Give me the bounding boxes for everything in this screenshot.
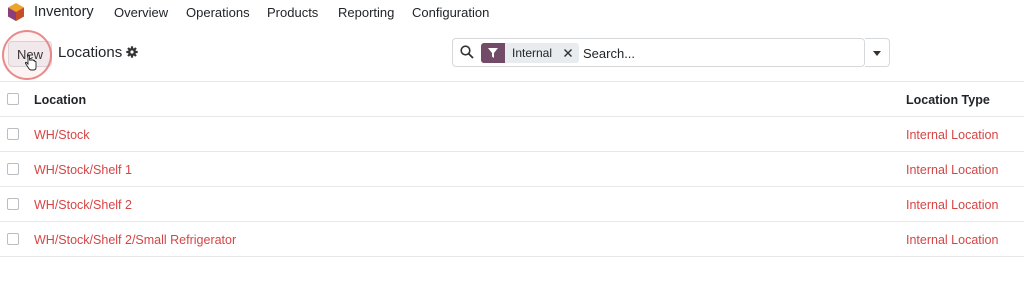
menu-products[interactable]: Products	[267, 5, 318, 20]
row-checkbox[interactable]	[7, 233, 19, 245]
table-row[interactable]: WH/Stock Internal Location	[0, 117, 1024, 152]
location-cell[interactable]: WH/Stock/Shelf 2/Small Refrigerator	[34, 233, 236, 247]
column-header-location-type[interactable]: Location Type	[906, 93, 990, 107]
location-type-cell[interactable]: Internal Location	[906, 198, 998, 212]
search-icon	[460, 45, 474, 59]
select-all-checkbox[interactable]	[7, 93, 19, 105]
table-row[interactable]: WH/Stock/Shelf 2/Small Refrigerator Inte…	[0, 222, 1024, 257]
location-cell[interactable]: WH/Stock/Shelf 1	[34, 163, 132, 177]
top-navbar: Inventory Overview Operations Products R…	[0, 0, 1024, 25]
gear-icon[interactable]	[126, 46, 138, 58]
app-name[interactable]: Inventory	[34, 4, 94, 20]
menu-operations[interactable]: Operations	[186, 5, 250, 20]
column-header-location[interactable]: Location	[34, 93, 86, 107]
filter-icon	[481, 43, 505, 63]
menu-configuration[interactable]: Configuration	[412, 5, 489, 20]
table-row[interactable]: WH/Stock/Shelf 1 Internal Location	[0, 152, 1024, 187]
row-checkbox[interactable]	[7, 128, 19, 140]
menu-reporting[interactable]: Reporting	[338, 5, 394, 20]
location-type-cell[interactable]: Internal Location	[906, 163, 998, 177]
row-checkbox[interactable]	[7, 163, 19, 175]
location-cell[interactable]: WH/Stock	[34, 128, 90, 142]
facet-label: Internal	[512, 46, 553, 60]
row-checkbox[interactable]	[7, 198, 19, 210]
page-title: Locations	[58, 44, 123, 61]
location-type-cell[interactable]: Internal Location	[906, 128, 998, 142]
search-facet-internal[interactable]: Internal	[481, 43, 579, 63]
table-header: Location Location Type	[0, 82, 1024, 117]
search-options-toggle[interactable]	[865, 38, 890, 67]
close-icon[interactable]	[562, 46, 575, 60]
table-row[interactable]: WH/Stock/Shelf 2 Internal Location	[0, 187, 1024, 222]
new-button[interactable]: New	[8, 41, 52, 67]
caret-down-icon	[873, 51, 881, 56]
location-cell[interactable]: WH/Stock/Shelf 2	[34, 198, 132, 212]
inventory-app-icon[interactable]	[8, 3, 24, 21]
location-type-cell[interactable]: Internal Location	[906, 233, 998, 247]
menu-overview[interactable]: Overview	[114, 5, 168, 20]
search-input[interactable]	[583, 44, 853, 62]
